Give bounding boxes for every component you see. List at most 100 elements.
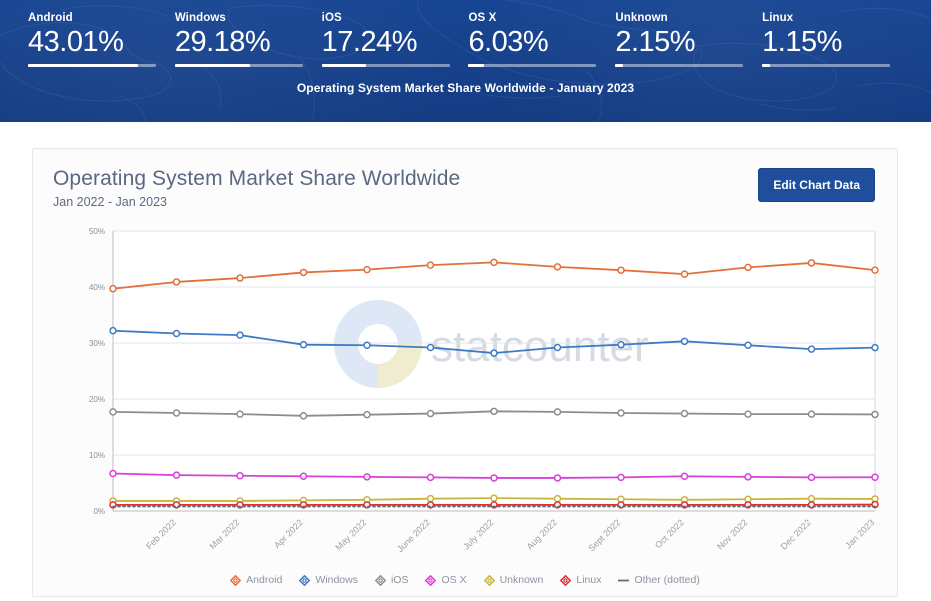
stat-label: OS X	[468, 12, 497, 24]
stat-ios: iOS 17.24%	[321, 12, 469, 67]
data-point	[490, 407, 498, 416]
data-point	[426, 473, 435, 482]
stat-value: 2.15%	[615, 26, 696, 58]
data-point	[236, 471, 244, 480]
data-point	[363, 410, 371, 419]
y-axis-tick-label: 20%	[89, 395, 105, 404]
stat-label: Windows	[174, 12, 226, 24]
chart-plot-area: statcounter 0% 10% 20% 30% 40% 50% Feb 2022 Mar …	[33, 221, 897, 596]
data-point	[807, 473, 816, 482]
data-point	[172, 409, 181, 417]
stat-linux: Linux 1.15%	[762, 12, 909, 67]
data-point	[236, 410, 244, 418]
data-point	[426, 494, 435, 503]
legend-item-other-dotted-[interactable]: Other (dotted)	[618, 574, 700, 586]
data-point	[807, 410, 816, 418]
x-axis-tick-label: Dec 2022	[779, 517, 813, 551]
legend-label: OS X	[441, 574, 467, 586]
x-axis-tick-label: Nov 2022	[715, 517, 749, 551]
legend-label: Windows	[315, 574, 358, 586]
diamond-marker-icon	[374, 574, 386, 586]
data-point	[680, 472, 689, 481]
legend-label: Other (dotted)	[634, 574, 700, 586]
chart-card: Operating System Market Share Worldwide …	[32, 148, 898, 597]
data-point	[617, 473, 625, 482]
data-point	[871, 473, 879, 481]
line-chart-svg: statcounter 0% 10% 20% 30% 40% 50% Feb 2022 Mar …	[89, 227, 879, 554]
stat-progress-bar	[28, 64, 156, 67]
data-point	[363, 265, 371, 274]
page-body: Operating System Market Share Worldwide …	[0, 122, 931, 601]
data-point	[109, 284, 117, 293]
banner-caption: Operating System Market Share Worldwide …	[296, 81, 635, 95]
y-axis-tick-label: 30%	[89, 339, 105, 348]
legend-item-windows[interactable]: Windows	[299, 574, 358, 586]
data-point	[426, 409, 435, 418]
data-point	[807, 494, 816, 503]
stat-label: Linux	[762, 12, 794, 24]
data-point	[871, 343, 879, 352]
data-point	[236, 331, 244, 339]
legend-label: iOS	[390, 574, 409, 586]
top-banner: Android 43.01% Windows 29.18% iOS 17.24%…	[0, 0, 931, 122]
data-point	[109, 408, 117, 416]
legend-item-linux[interactable]: Linux	[560, 574, 601, 586]
data-point	[299, 340, 308, 349]
data-point	[553, 343, 562, 352]
legend-item-unknown[interactable]: Unknown	[483, 574, 544, 586]
data-point	[363, 341, 371, 349]
data-point	[109, 326, 117, 335]
y-axis-tick-label: 0%	[93, 507, 105, 516]
x-axis-tick-label: Mar 2022	[207, 517, 241, 551]
data-point	[172, 278, 181, 286]
legend-label: Android	[246, 574, 283, 586]
stat-progress-bar	[468, 64, 597, 67]
chart-date-range: Jan 2022 - Jan 2023	[53, 195, 167, 209]
data-point	[553, 408, 562, 416]
stat-osx: OS X 6.03%	[468, 12, 615, 67]
stat-windows: Windows 29.18%	[174, 12, 322, 67]
diamond-marker-icon	[299, 574, 311, 586]
y-axis-tick-label: 10%	[89, 451, 105, 460]
y-axis-tick-label: 40%	[89, 283, 105, 292]
data-point	[553, 263, 562, 271]
x-axis-tick-label: Feb 2022	[144, 517, 178, 551]
stat-unknown: Unknown 2.15%	[615, 12, 762, 67]
stat-progress-bar	[174, 64, 303, 67]
data-point	[744, 341, 752, 349]
data-point	[617, 266, 625, 274]
x-axis-tick-label: Oct 2022	[653, 517, 686, 550]
stat-value: 29.18%	[174, 26, 271, 58]
data-point	[490, 258, 498, 267]
data-point	[172, 329, 181, 338]
edit-chart-data-button[interactable]: Edit Chart Data	[758, 168, 875, 202]
data-point	[744, 263, 752, 272]
data-point	[553, 474, 562, 482]
diamond-marker-icon	[425, 574, 437, 586]
stat-label: Android	[28, 12, 73, 24]
diamond-marker-icon	[230, 574, 242, 586]
diamond-marker-icon	[560, 574, 572, 586]
data-point	[871, 410, 879, 419]
data-point	[109, 469, 117, 478]
data-point	[490, 494, 498, 502]
data-point	[426, 343, 435, 352]
data-point	[490, 349, 498, 357]
stat-value: 17.24%	[321, 26, 418, 58]
x-axis-tick-label: June 2022	[395, 517, 432, 554]
chart-legend: Android Windows iOS OS X Unknown Linux Other (…	[33, 574, 897, 586]
y-axis-tick-label: 50%	[89, 227, 105, 236]
stat-android: Android 43.01%	[28, 12, 175, 67]
stat-progress-bar	[762, 64, 891, 67]
x-axis-tick-label: July 2022	[461, 517, 495, 551]
stat-label: iOS	[321, 12, 342, 24]
x-axis-tick-label: Jan 2023	[843, 517, 876, 550]
chart-card-header: Operating System Market Share Worldwide …	[33, 149, 897, 221]
legend-label: Unknown	[499, 574, 544, 586]
legend-item-android[interactable]: Android	[230, 574, 282, 586]
data-point	[299, 472, 308, 481]
legend-item-ios[interactable]: iOS	[374, 574, 409, 586]
data-point	[807, 259, 816, 267]
legend-item-os-x[interactable]: OS X	[425, 574, 467, 586]
stat-value: 6.03%	[468, 26, 549, 58]
